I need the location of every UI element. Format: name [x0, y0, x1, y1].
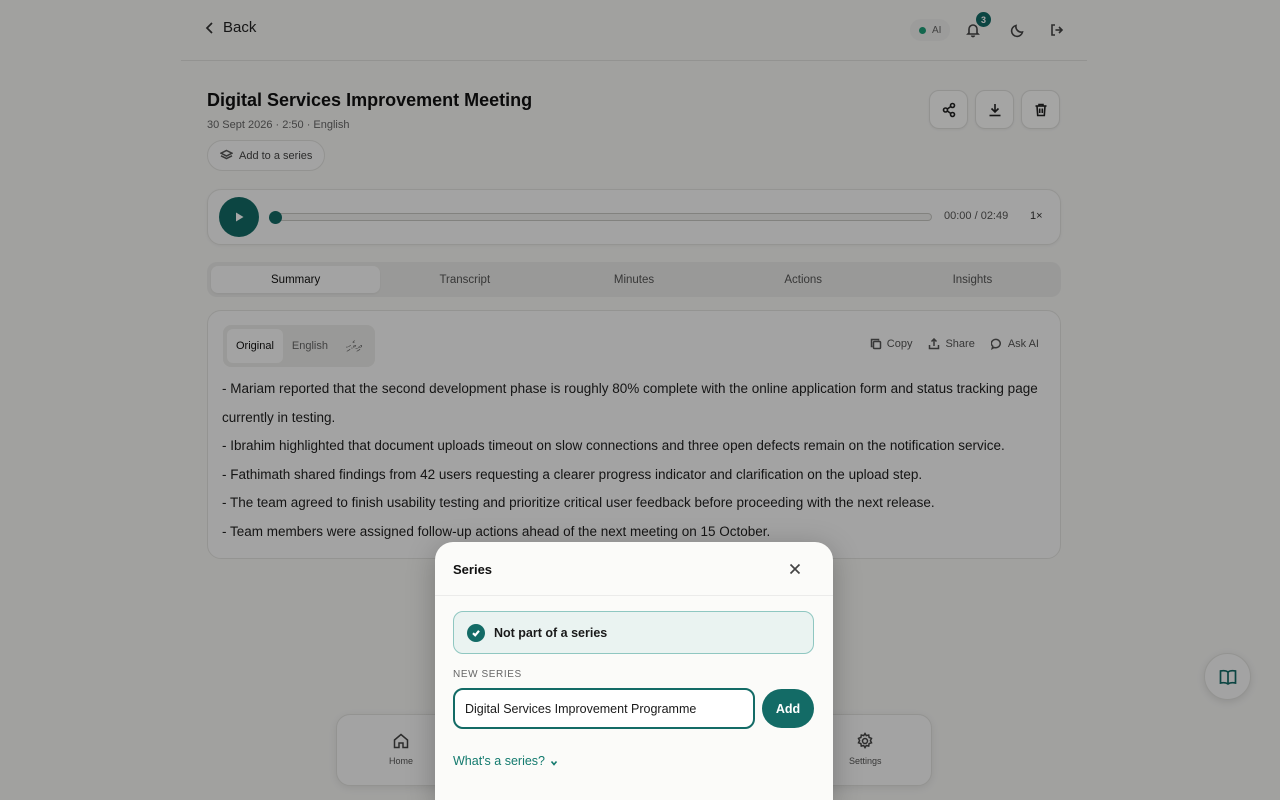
- whats-a-series-link[interactable]: What's a series?: [453, 754, 558, 768]
- series-dialog: Series Not part of a series NEW SERIES A…: [435, 542, 833, 800]
- close-button[interactable]: [787, 561, 803, 577]
- page: Back AI 3 Digital Services Improvement M…: [0, 0, 1280, 800]
- new-series-input[interactable]: [453, 688, 755, 729]
- dialog-title: Series: [453, 562, 493, 577]
- add-series-button[interactable]: Add: [762, 689, 814, 728]
- check-circle-icon: [467, 623, 485, 642]
- new-series-label: NEW SERIES: [453, 669, 522, 680]
- series-option-label: Not part of a series: [494, 625, 608, 640]
- help-link-label: What's a series?: [453, 754, 546, 768]
- close-icon: [789, 563, 801, 575]
- divider: [435, 595, 833, 596]
- chevron-down-icon: [550, 760, 558, 766]
- series-option-none[interactable]: Not part of a series: [453, 611, 814, 654]
